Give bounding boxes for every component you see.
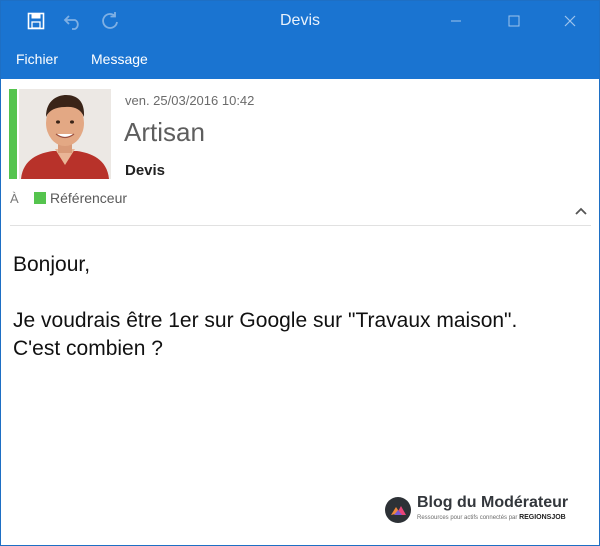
collapse-header-icon[interactable]	[571, 203, 591, 219]
body-line: Bonjour,	[13, 253, 91, 276]
minimize-icon[interactable]	[443, 9, 469, 33]
watermark-brand: REGIONSJOB	[519, 514, 566, 521]
recipient-status-icon	[34, 192, 46, 204]
message-date: ven. 25/03/2016 10:42	[125, 93, 255, 108]
to-label: À	[10, 191, 19, 206]
body-line	[13, 279, 593, 307]
avatar	[19, 89, 111, 179]
sender-accent-bar	[9, 89, 17, 179]
watermark-tagline: Ressources pour actifs connectés par REG…	[417, 514, 566, 521]
body-line: Je voudrais être 1er sur Google sur "Tra…	[13, 309, 518, 332]
header-divider	[10, 225, 591, 226]
close-icon[interactable]	[557, 9, 583, 33]
menu-bar: Fichier Message	[1, 39, 599, 79]
watermark: Blog du Modérateur Ressources pour actif…	[385, 494, 585, 525]
sender-name[interactable]: Artisan	[124, 117, 205, 148]
maximize-icon[interactable]	[501, 9, 527, 33]
body-line: C'est combien ?	[13, 337, 163, 360]
title-bar[interactable]: Devis	[1, 1, 599, 39]
watermark-title: Blog du Modérateur	[417, 494, 569, 511]
recipient-name[interactable]: Référenceur	[50, 190, 127, 206]
watermark-tagline-text: Ressources pour actifs connectés par	[417, 515, 518, 521]
blog-logo-icon	[385, 497, 411, 523]
message-header: ven. 25/03/2016 10:42 Artisan Devis À Ré…	[1, 79, 599, 227]
message-subject: Devis	[125, 162, 166, 179]
mail-window: Devis Fichier Message ven. 25/03/2016 10…	[0, 0, 600, 546]
message-body: Bonjour, Je voudrais être 1er sur Google…	[13, 251, 593, 363]
menu-message[interactable]: Message	[91, 51, 148, 67]
menu-fichier[interactable]: Fichier	[16, 51, 58, 67]
